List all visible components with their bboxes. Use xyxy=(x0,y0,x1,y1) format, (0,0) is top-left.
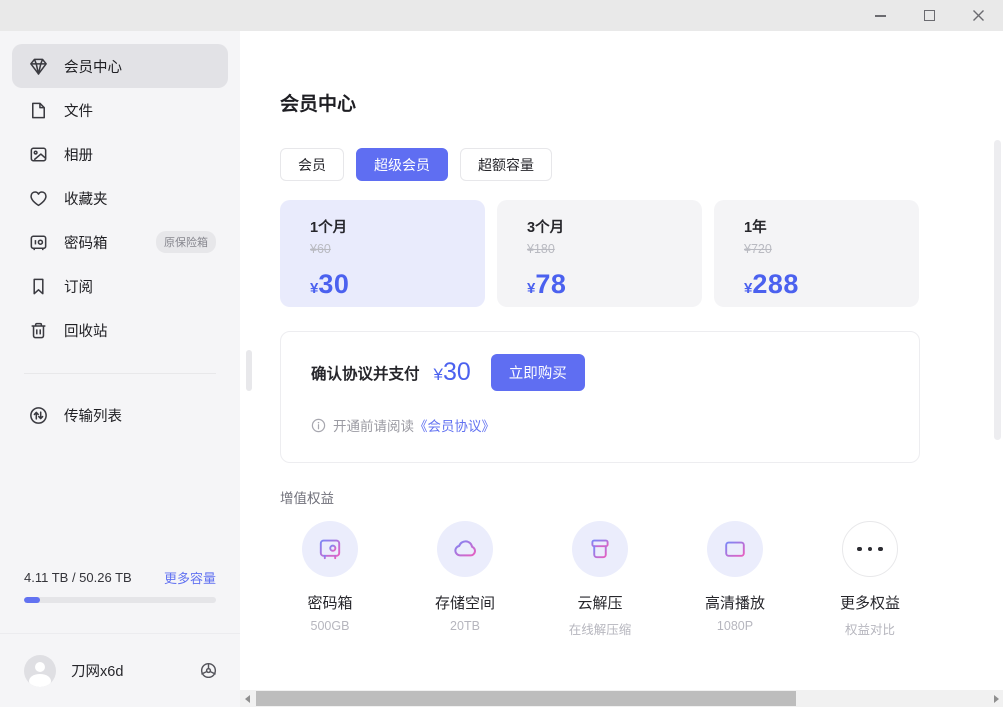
agreement-link[interactable]: 《会员协议》 xyxy=(414,415,495,435)
sidebar-item-albums[interactable]: 相册 xyxy=(12,132,228,176)
safe-gradient-icon xyxy=(302,521,358,577)
sidebar-item-favorites[interactable]: 收藏夹 xyxy=(12,176,228,220)
info-icon xyxy=(311,418,326,433)
vertical-scrollbar-thumb[interactable] xyxy=(994,140,1001,440)
plan-original-price: ¥720 xyxy=(744,242,919,256)
cloud-gradient-icon xyxy=(437,521,493,577)
benefit-name: 更多权益 xyxy=(820,592,920,613)
close-icon xyxy=(972,9,985,22)
checkout-amount: ¥30 xyxy=(434,358,471,387)
bookmark-icon xyxy=(28,276,49,297)
plan-original-price: ¥180 xyxy=(527,242,702,256)
sidebar-item-member-center[interactable]: 会员中心 xyxy=(12,44,228,88)
sidebar-item-label: 订阅 xyxy=(64,276,93,297)
benefit-desc: 在线解压缩 xyxy=(550,619,650,638)
plan-tabs: 会员 超级会员 超额容量 xyxy=(280,148,552,181)
benefit-name: 密码箱 xyxy=(280,592,380,613)
safe-icon xyxy=(28,232,49,253)
tab-member[interactable]: 会员 xyxy=(280,148,344,181)
maximize-icon xyxy=(924,10,935,21)
user-name: 刀网x6d xyxy=(71,660,123,681)
plan-duration: 1个月 xyxy=(310,216,485,237)
checkout-label: 确认协议并支付 xyxy=(311,362,420,384)
player-gradient-icon xyxy=(707,521,763,577)
settings-gear-icon[interactable] xyxy=(199,661,218,680)
plan-cards: 1个月 ¥60 ¥30 3个月 ¥180 ¥78 1年 ¥720 ¥288 xyxy=(280,200,919,307)
plan-original-price: ¥60 xyxy=(310,242,485,256)
scroll-left-arrow[interactable] xyxy=(240,690,254,707)
benefits-row: 密码箱 500GB 存储空间 20TB xyxy=(280,521,955,638)
plan-price: ¥288 xyxy=(744,269,919,300)
more-capacity-link[interactable]: 更多容量 xyxy=(164,568,216,587)
sidebar-item-label: 收藏夹 xyxy=(64,188,108,209)
plan-price: ¥30 xyxy=(310,269,485,300)
storage-section: 4.11 TB / 50.26 TB 更多容量 xyxy=(24,568,216,603)
scroll-right-arrow[interactable] xyxy=(989,690,1003,707)
sidebar: 会员中心 文件 相册 收藏夹 xyxy=(0,31,240,707)
sidebar-item-subscriptions[interactable]: 订阅 xyxy=(12,264,228,308)
horizontal-scrollbar-thumb[interactable] xyxy=(256,691,796,706)
sidebar-item-transfer-list[interactable]: 传输列表 xyxy=(12,393,228,437)
plan-price: ¥78 xyxy=(527,269,702,300)
sidebar-item-label: 回收站 xyxy=(64,320,108,341)
heart-icon xyxy=(28,188,49,209)
tab-extra-capacity[interactable]: 超额容量 xyxy=(460,148,552,181)
benefit-desc: 权益对比 xyxy=(820,619,920,638)
benefit-password-box[interactable]: 密码箱 500GB xyxy=(280,521,380,638)
plan-card-1-year[interactable]: 1年 ¥720 ¥288 xyxy=(714,200,919,307)
file-icon xyxy=(28,100,49,121)
main-content: 会员中心 会员 超级会员 超额容量 1个月 ¥60 ¥30 3个月 ¥180 ¥… xyxy=(240,31,1003,707)
sidebar-resize-handle[interactable] xyxy=(246,350,252,391)
benefit-more[interactable]: 更多权益 权益对比 xyxy=(820,521,920,638)
storage-progress-track xyxy=(24,597,216,603)
minimize-icon xyxy=(875,15,886,17)
gem-icon xyxy=(28,56,49,77)
sidebar-item-label: 会员中心 xyxy=(64,56,122,77)
horizontal-scrollbar[interactable] xyxy=(240,690,1003,707)
plan-card-1-month[interactable]: 1个月 ¥60 ¥30 xyxy=(280,200,485,307)
sidebar-item-label: 密码箱 xyxy=(64,232,108,253)
avatar[interactable] xyxy=(24,655,56,687)
sidebar-item-password-box[interactable]: 密码箱 原保险箱 xyxy=(12,220,228,264)
titlebar xyxy=(0,0,1003,31)
plan-duration: 1年 xyxy=(744,216,919,237)
benefit-name: 云解压 xyxy=(550,592,650,613)
minimize-button[interactable] xyxy=(873,9,887,23)
sidebar-divider xyxy=(24,373,216,374)
checkout-card: 确认协议并支付 ¥30 立即购买 开通前请阅读 《会员协议》 xyxy=(280,331,920,463)
plan-duration: 3个月 xyxy=(527,216,702,237)
archive-gradient-icon xyxy=(572,521,628,577)
storage-progress-fill xyxy=(24,597,40,603)
benefit-desc: 20TB xyxy=(415,619,515,633)
photo-icon xyxy=(28,144,49,165)
storage-usage: 4.11 TB / 50.26 TB xyxy=(24,570,132,585)
sidebar-item-label: 相册 xyxy=(64,144,93,165)
buy-now-button[interactable]: 立即购买 xyxy=(491,354,585,391)
benefit-storage-space[interactable]: 存储空间 20TB xyxy=(415,521,515,638)
maximize-button[interactable] xyxy=(922,9,936,23)
page-title: 会员中心 xyxy=(280,89,356,116)
password-box-badge: 原保险箱 xyxy=(156,231,216,253)
more-dots-icon xyxy=(842,521,898,577)
sidebar-item-files[interactable]: 文件 xyxy=(12,88,228,132)
trash-icon xyxy=(28,320,49,341)
sidebar-item-recycle-bin[interactable]: 回收站 xyxy=(12,308,228,352)
benefit-name: 高清播放 xyxy=(685,592,785,613)
benefits-title: 增值权益 xyxy=(280,487,334,507)
sidebar-item-label: 文件 xyxy=(64,100,93,121)
benefit-cloud-unzip[interactable]: 云解压 在线解压缩 xyxy=(550,521,650,638)
benefit-name: 存储空间 xyxy=(415,592,515,613)
benefit-desc: 500GB xyxy=(280,619,380,633)
checkout-notice: 开通前请阅读 xyxy=(333,415,414,435)
user-row: 刀网x6d xyxy=(0,633,240,707)
sidebar-item-label: 传输列表 xyxy=(64,405,122,426)
plan-card-3-months[interactable]: 3个月 ¥180 ¥78 xyxy=(497,200,702,307)
close-button[interactable] xyxy=(971,9,985,23)
benefit-hd-playback[interactable]: 高清播放 1080P xyxy=(685,521,785,638)
benefit-desc: 1080P xyxy=(685,619,785,633)
transfer-icon xyxy=(28,405,49,426)
tab-super-member[interactable]: 超级会员 xyxy=(356,148,448,181)
